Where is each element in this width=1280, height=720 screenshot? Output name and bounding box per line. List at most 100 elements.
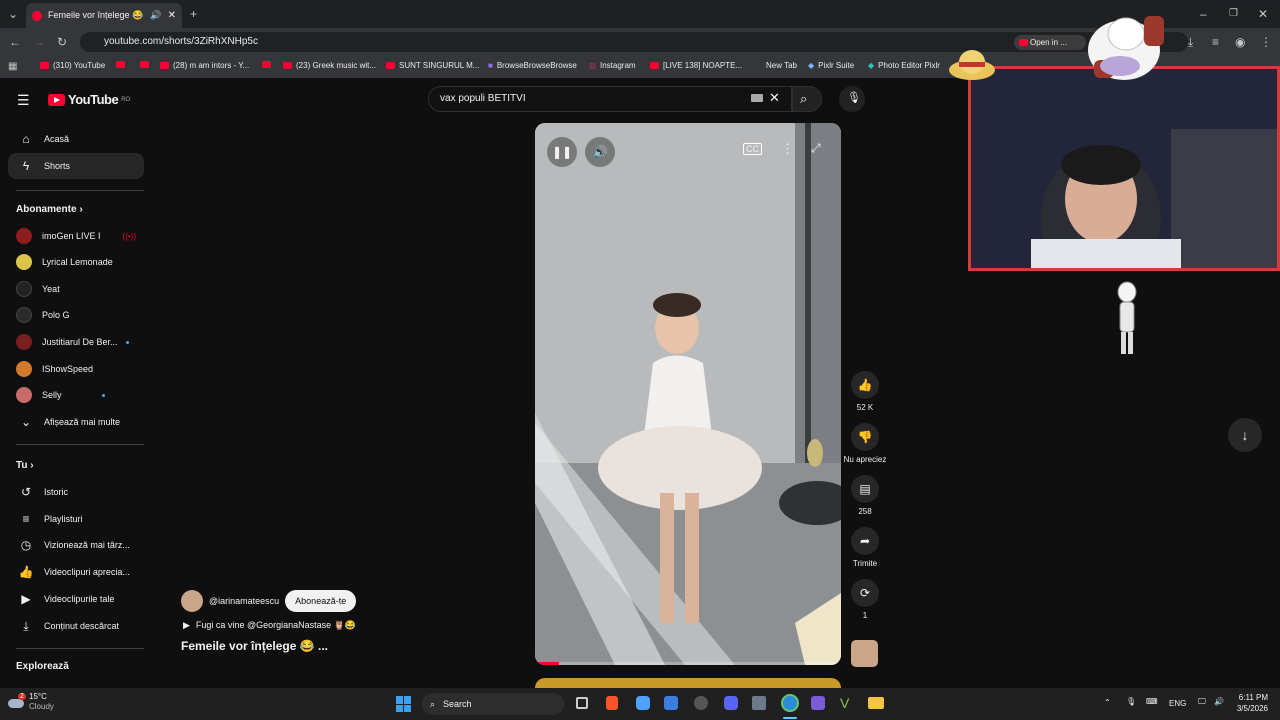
tab-audio-icon[interactable]: 🔊 <box>150 10 161 21</box>
minimize-icon[interactable]: – <box>1200 8 1207 20</box>
voice-search-button[interactable]: 🎙 <box>839 86 865 112</box>
volume-icon[interactable]: 🔊 <box>1214 697 1224 706</box>
bookmark-item[interactable]: [LIVE 138] NOAPTE... <box>650 61 742 70</box>
weather-widget[interactable]: 2 15°C Cloudy <box>8 692 54 712</box>
next-short-button[interactable]: ↓ <box>1228 418 1262 452</box>
sidebar-item-home[interactable]: ⌂ Acasă <box>8 126 144 152</box>
bookmark-item[interactable] <box>262 61 271 68</box>
copilot-icon[interactable] <box>636 696 650 710</box>
app-icon[interactable] <box>664 696 678 710</box>
avatar <box>16 334 32 350</box>
bookmark-item[interactable]: SUNT SINGURUL M... <box>386 61 479 70</box>
subscription-item[interactable]: Lyrical Lemonade <box>8 249 144 275</box>
youtube-favicon-icon <box>32 10 42 21</box>
bookmark-item[interactable]: (23) Greek music wit... <box>283 61 376 70</box>
progress-bar[interactable] <box>535 662 841 665</box>
subscription-item[interactable]: Selly <box>8 382 144 408</box>
show-more-button[interactable]: ⌄ Afișează mai multe <box>8 409 144 435</box>
bookmark-item[interactable]: (310) YouTube <box>40 61 105 70</box>
subscription-item[interactable]: imoGen LIVE I ((•)) <box>8 223 144 249</box>
tab-search-icon[interactable]: ⌄ <box>8 8 18 20</box>
taskbar-search[interactable]: ⌕ Search <box>422 693 564 715</box>
keyboard-icon[interactable]: ⌨ <box>1146 697 1158 706</box>
media-control-icon[interactable]: ≡ <box>1212 36 1219 48</box>
apps-grid-icon[interactable]: ▦ <box>8 61 17 73</box>
task-view-icon[interactable] <box>576 697 588 709</box>
bookmark-item[interactable]: ◆ Photo Editor Pixlr <box>868 61 940 70</box>
browser-tab-active[interactable]: Femeile vor înțelege 😂 @i 🔊 ✕ <box>26 3 182 28</box>
download-icon[interactable]: ⤓ <box>1188 36 1193 48</box>
clock[interactable]: 6:11 PM 3/5/2026 <box>1230 692 1268 714</box>
maximize-icon[interactable]: ❐ <box>1229 8 1238 20</box>
sidebar-divider <box>16 190 144 191</box>
bookmark-item[interactable]: New Tab <box>766 61 797 70</box>
brave-icon[interactable] <box>606 696 618 710</box>
pixlr-editor-icon: ◆ <box>868 61 875 70</box>
sidebar-item-watch-later[interactable]: ◷ Vizionează mai târz... <box>8 532 144 558</box>
language-indicator[interactable]: ENG <box>1169 699 1186 708</box>
music-row[interactable]: ▶ Fugi ca vine @GeorgianaNastase 🦉😂 <box>183 620 356 631</box>
tray-overflow-icon[interactable]: ⌃ <box>1104 698 1111 707</box>
back-icon[interactable]: ← <box>9 36 21 48</box>
windows-start-icon[interactable] <box>396 696 412 712</box>
dislike-button[interactable]: 👎 Nu apreciez <box>842 423 888 464</box>
sidebar-item-downloads[interactable]: ⤓ Conținut descărcat <box>8 613 144 639</box>
microphone-icon[interactable]: 🎙 <box>1126 697 1136 706</box>
short-title[interactable]: Femeile vor înțelege 😂 ... <box>181 639 328 653</box>
more-options-icon[interactable]: ⋮ <box>781 141 794 157</box>
captions-icon[interactable]: CC <box>743 143 762 155</box>
search-input[interactable]: vax populi BETITVI ✕ <box>428 86 792 112</box>
comments-button[interactable]: ▤ 258 <box>850 475 880 516</box>
network-icon[interactable]: 🖵 <box>1198 697 1206 707</box>
play-icon: ▶ <box>183 620 190 630</box>
subscriptions-heading[interactable]: Abonamente › <box>16 204 83 215</box>
obs-icon[interactable] <box>694 696 708 710</box>
clear-search-icon[interactable]: ✕ <box>769 90 780 106</box>
calculator-icon[interactable] <box>752 696 766 710</box>
next-short-preview[interactable] <box>535 678 841 688</box>
bookmark-item[interactable]: ■ BrowseBrowseBrowse <box>488 61 577 70</box>
discord-icon[interactable] <box>724 696 738 710</box>
fullscreen-icon[interactable]: ⤢ <box>811 141 821 156</box>
search-button[interactable]: ⌕ <box>792 86 822 112</box>
sidebar-item-playlists[interactable]: ≡ Playlisturi <box>8 506 144 532</box>
volume-button[interactable]: 🔊 <box>585 137 615 167</box>
sidebar-item-your-videos[interactable]: ▶ Videoclipurile tale <box>8 586 144 612</box>
you-heading[interactable]: Tu › <box>16 460 34 471</box>
close-window-icon[interactable]: ✕ <box>1258 8 1268 20</box>
subscription-item[interactable]: Yeat <box>8 276 144 302</box>
reload-icon[interactable]: ↻ <box>57 36 67 48</box>
bookmark-item[interactable]: ◎ Instagram <box>589 61 636 70</box>
vivaldi-icon[interactable]: V <box>840 695 849 711</box>
date: 3/5/2026 <box>1236 704 1268 713</box>
subscription-item[interactable]: Polo G <box>8 302 144 328</box>
file-explorer-icon[interactable] <box>868 697 884 709</box>
forward-icon[interactable]: → <box>33 36 45 48</box>
like-button[interactable]: 👍 52 K <box>850 371 880 412</box>
bookmark-item[interactable] <box>116 61 125 68</box>
share-button[interactable]: ➦ Trimite <box>850 527 880 568</box>
bookmark-item[interactable] <box>140 61 149 68</box>
bookmark-item[interactable]: (28) m am intors - Y... <box>160 61 249 70</box>
sidebar-item-history[interactable]: ↺ Istoric <box>8 479 144 505</box>
subscribe-button[interactable]: Abonează-te <box>285 590 357 612</box>
tab-close-icon[interactable]: ✕ <box>168 10 176 21</box>
browser-menu-icon[interactable]: ⋮ <box>1260 36 1272 48</box>
avatar[interactable] <box>181 590 203 612</box>
channel-handle[interactable]: @iarinamateescu <box>209 596 279 606</box>
new-tab-icon[interactable]: + <box>190 8 197 20</box>
subscription-item[interactable]: Justitiarul De Ber... <box>8 329 144 355</box>
sound-thumbnail[interactable] <box>851 640 878 667</box>
subscription-item[interactable]: IShowSpeed <box>8 356 144 382</box>
remix-icon: ⟳ <box>851 579 879 607</box>
chrome-icon[interactable] <box>781 694 799 712</box>
teams-icon[interactable] <box>811 696 825 710</box>
keyboard-icon[interactable] <box>751 94 763 102</box>
pause-button[interactable]: ❚❚ <box>547 137 577 167</box>
remix-button[interactable]: ⟳ 1 <box>850 579 880 620</box>
profile-icon[interactable]: ◉ <box>1235 36 1245 48</box>
sidebar-item-shorts[interactable]: ϟ Shorts <box>8 153 144 179</box>
bookmark-item[interactable]: ◆ Pixlr Suite <box>808 61 854 70</box>
sidebar-item-liked-videos[interactable]: 👍 Videoclipuri aprecia... <box>8 559 144 585</box>
short-video-player[interactable]: ❚❚ 🔊 CC ⋮ ⤢ <box>535 123 841 665</box>
